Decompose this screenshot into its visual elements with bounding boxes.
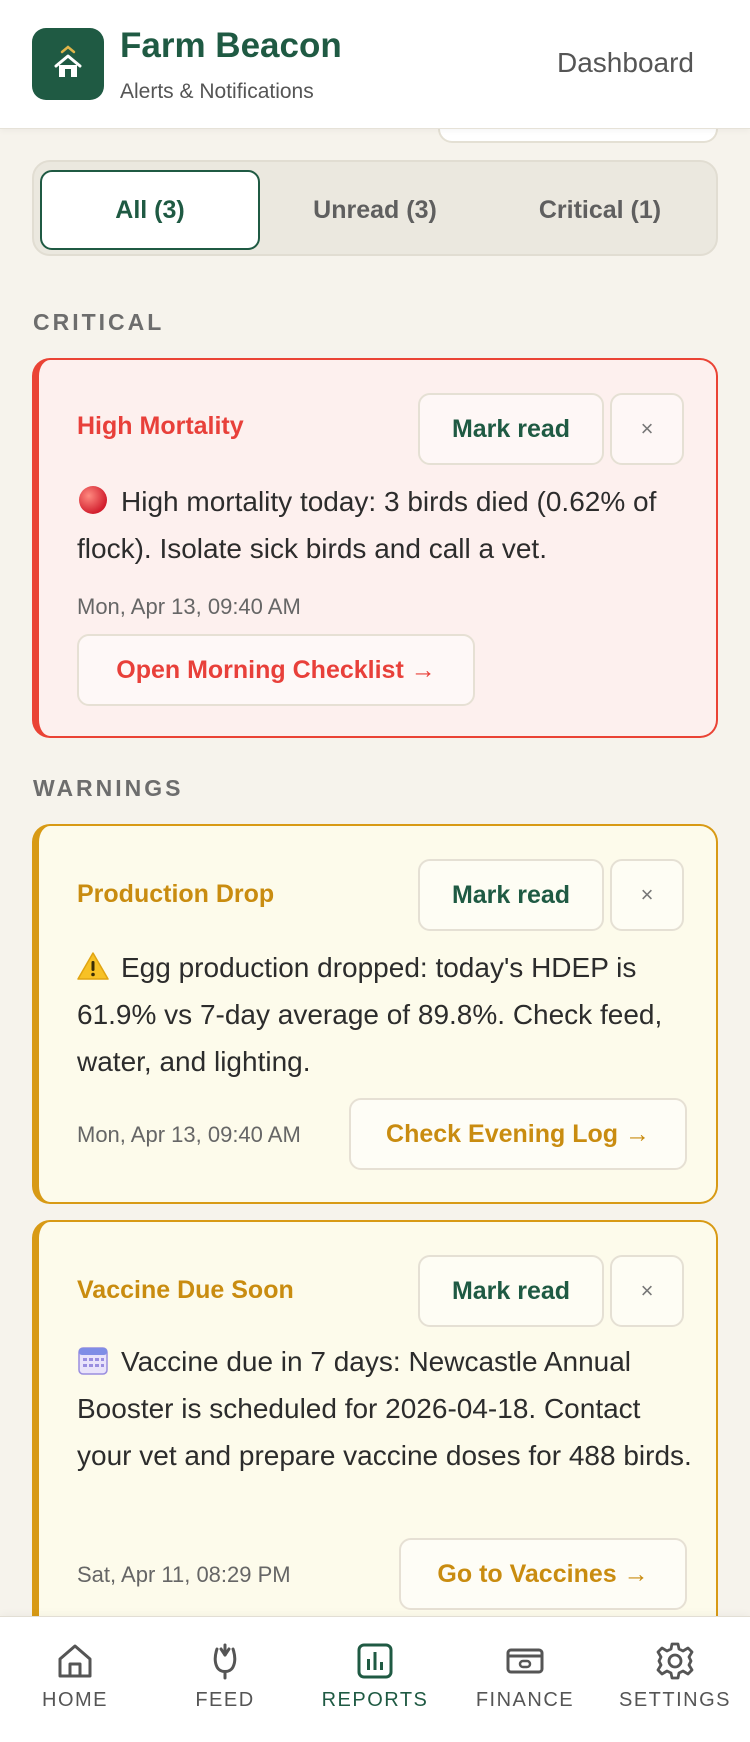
nav-label: HOME [42, 1689, 108, 1711]
finance-icon [506, 1648, 544, 1674]
dismiss-button[interactable]: × [610, 1255, 684, 1327]
feed-icon [213, 1643, 237, 1680]
dismiss-button[interactable]: × [610, 859, 684, 931]
tab-unread[interactable]: Unread (3) [265, 170, 485, 250]
alert-message: Vaccine due in 7 days: Newcastle Annual … [77, 1346, 692, 1471]
alert-title: Vaccine Due Soon [77, 1276, 294, 1304]
go-to-vaccines-button[interactable]: Go to Vaccines → [399, 1538, 687, 1610]
alert-message: High mortality today: 3 birds died (0.62… [77, 486, 657, 564]
tab-critical[interactable]: Critical (1) [490, 170, 710, 250]
alert-timestamp: Sat, Apr 11, 08:29 PM [77, 1562, 291, 1587]
open-morning-checklist-button[interactable]: Open Morning Checklist → [77, 634, 475, 706]
alert-message: Egg production dropped: today's HDEP is … [77, 952, 663, 1077]
mark-read-button[interactable]: Mark read [418, 859, 604, 931]
nav-finance[interactable]: FINANCE [450, 1617, 600, 1742]
section-title-warnings: WARNINGS [33, 775, 184, 801]
nav-label: FINANCE [475, 1689, 575, 1711]
farm-logo-icon [32, 28, 104, 100]
app-header: Farm Beacon Alerts & Notifications Dashb… [0, 0, 750, 129]
alert-title: Production Drop [77, 880, 275, 908]
dismiss-button[interactable]: × [610, 393, 684, 465]
settings-icon [656, 1642, 694, 1680]
reports-icon [357, 1643, 393, 1679]
nav-label: SETTINGS [618, 1689, 731, 1711]
alert-card-high-mortality: High Mortality Mark read × High mortalit… [32, 358, 718, 738]
nav-home[interactable]: HOME [0, 1617, 150, 1742]
filter-tabs: All (3) Unread (3) Critical (1) [32, 160, 718, 256]
alert-timestamp: Mon, Apr 13, 09:40 AM [77, 594, 301, 619]
red-circle-icon [77, 482, 111, 514]
mark-read-button[interactable]: Mark read [418, 1255, 604, 1327]
check-evening-log-button[interactable]: Check Evening Log → [349, 1098, 687, 1170]
nav-feed[interactable]: FEED [150, 1617, 300, 1742]
nav-label: REPORTS [321, 1689, 429, 1711]
alert-card-vaccine-due: Vaccine Due Soon Mark read × Vaccine due… [32, 1220, 718, 1660]
alert-card-production-drop: Production Drop Mark read × Egg producti… [32, 824, 718, 1204]
home-icon [58, 1644, 92, 1678]
section-title-critical: CRITICAL [33, 309, 165, 335]
nav-label: FEED [195, 1689, 255, 1711]
mark-read-button[interactable]: Mark read [418, 393, 604, 465]
app-title: Farm Beacon [120, 26, 342, 65]
tab-all[interactable]: All (3) [40, 170, 260, 250]
alert-timestamp: Mon, Apr 13, 09:40 AM [77, 1122, 301, 1147]
warning-icon [77, 948, 111, 980]
nav-reports[interactable]: REPORTS [300, 1617, 450, 1742]
bottom-nav: HOME FEED REPORTS FINANCE SETTINGS [0, 1616, 750, 1742]
nav-settings[interactable]: SETTINGS [600, 1617, 750, 1742]
calendar-icon [77, 1342, 111, 1375]
alert-title: High Mortality [77, 412, 244, 440]
page-subtitle: Alerts & Notifications [120, 80, 314, 103]
dashboard-link[interactable]: Dashboard [557, 47, 694, 79]
